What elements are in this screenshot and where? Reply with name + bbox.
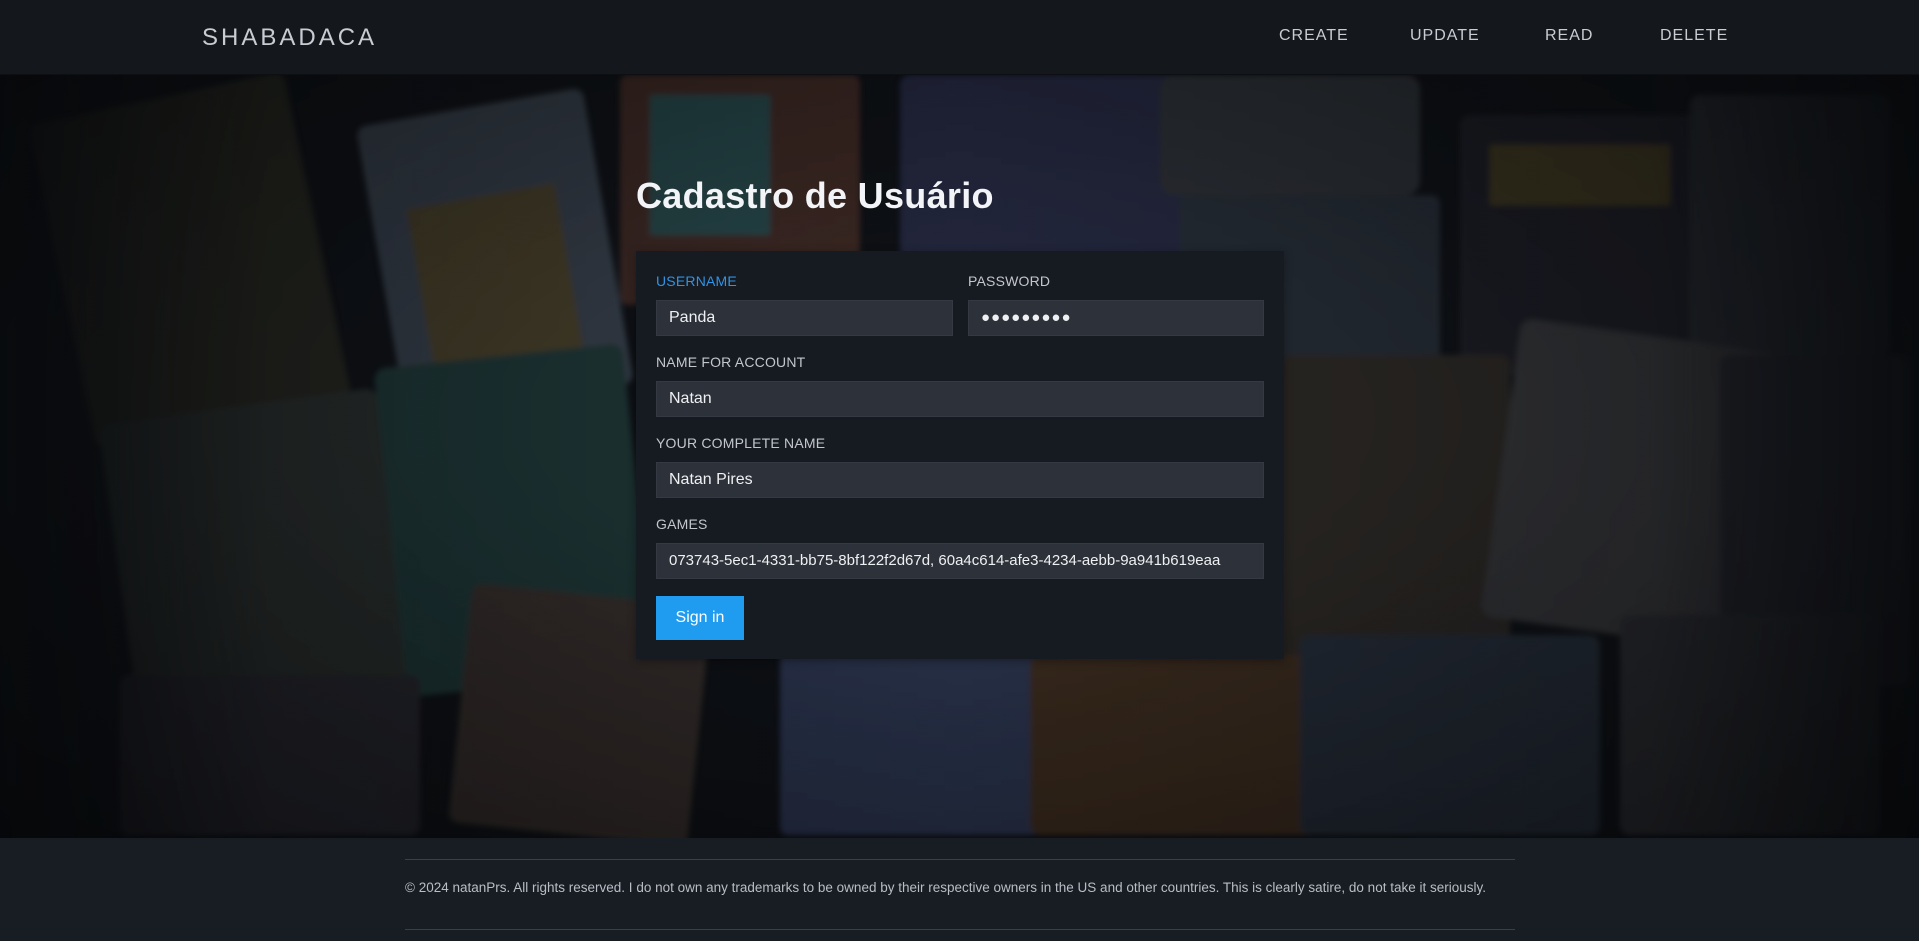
username-label: USERNAME — [656, 273, 737, 289]
nav-delete-link[interactable]: DELETE — [1660, 27, 1728, 45]
footer-copyright: © 2024 natanPrs. All rights reserved. I … — [405, 880, 1486, 895]
signup-form-card: USERNAME Panda PASSWORD ●●●●●●●●● NAME F… — [636, 251, 1284, 659]
account-name-input[interactable]: Natan — [656, 381, 1264, 417]
page-title: Cadastro de Usuário — [636, 175, 994, 216]
nav-create-link[interactable]: CREATE — [1279, 27, 1349, 45]
sign-in-button[interactable]: Sign in — [656, 596, 744, 640]
games-input[interactable]: 073743-5ec1-4331-bb75-8bf122f2d67d, 60a4… — [656, 543, 1264, 579]
account-name-label: NAME FOR ACCOUNT — [656, 354, 806, 370]
password-input[interactable]: ●●●●●●●●● — [968, 300, 1264, 336]
hero-section: Cadastro de Usuário USERNAME Panda PASSW… — [0, 75, 1919, 838]
footer-divider-bottom — [405, 929, 1515, 930]
complete-name-label: YOUR COMPLETE NAME — [656, 435, 826, 451]
footer: © 2024 natanPrs. All rights reserved. I … — [0, 838, 1919, 941]
username-input[interactable]: Panda — [656, 300, 953, 336]
footer-divider-top — [405, 859, 1515, 860]
complete-name-input[interactable]: Natan Pires — [656, 462, 1264, 498]
games-label: GAMES — [656, 516, 708, 532]
page: SHABADACA CREATE UPDATE READ DELETE Cada… — [0, 0, 1919, 941]
top-navbar: SHABADACA CREATE UPDATE READ DELETE — [0, 0, 1919, 75]
password-label: PASSWORD — [968, 273, 1051, 289]
nav-read-link[interactable]: READ — [1545, 27, 1593, 45]
brand-logo[interactable]: SHABADACA — [202, 24, 377, 52]
nav-update-link[interactable]: UPDATE — [1410, 27, 1480, 45]
